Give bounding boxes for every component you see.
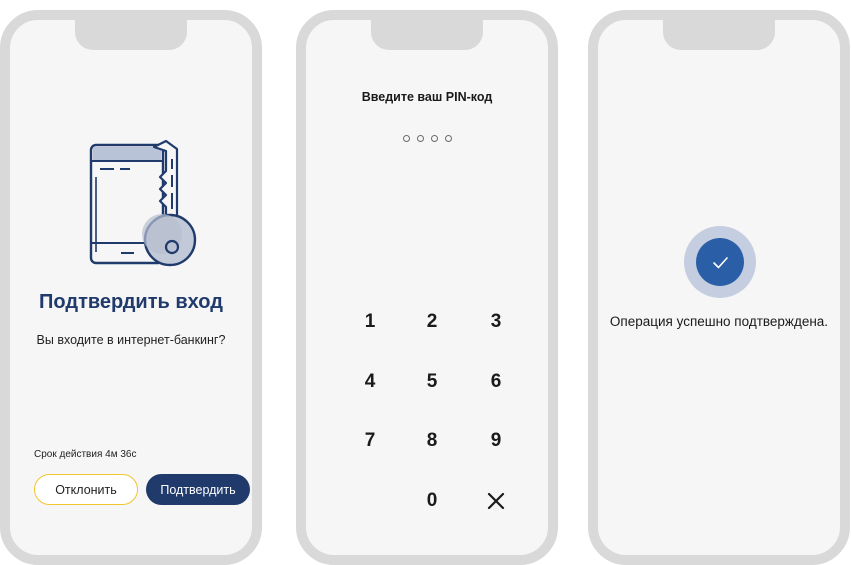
pin-dots bbox=[306, 135, 548, 142]
decline-button[interactable]: Отклонить bbox=[34, 474, 138, 505]
phone-notch bbox=[75, 20, 187, 50]
close-icon bbox=[487, 492, 505, 510]
phone-pin-entry: Введите ваш PIN-код 1 2 3 4 5 6 7 8 9 0 bbox=[296, 10, 558, 565]
key-2[interactable]: 2 bbox=[412, 306, 452, 338]
key-1[interactable]: 1 bbox=[350, 306, 390, 338]
pin-dot bbox=[430, 135, 438, 142]
key-3[interactable]: 3 bbox=[476, 306, 516, 338]
success-message: Операция успешно подтверждена. bbox=[609, 314, 829, 329]
key-0[interactable]: 0 bbox=[412, 485, 452, 517]
phone-confirm-login: Подтвердить вход Вы входите в интернет-б… bbox=[0, 10, 262, 565]
key-6[interactable]: 6 bbox=[476, 366, 516, 398]
key-5[interactable]: 5 bbox=[412, 366, 452, 398]
subtitle: Вы входите в интернет-банкинг? bbox=[36, 333, 226, 347]
page-title: Подтвердить вход bbox=[39, 291, 223, 313]
key-7[interactable]: 7 bbox=[350, 425, 390, 457]
pin-dot bbox=[402, 135, 410, 142]
phone-key-icon bbox=[89, 139, 197, 267]
phone-notch bbox=[371, 20, 483, 50]
phone-notch bbox=[663, 20, 775, 50]
phone-success: Операция успешно подтверждена. bbox=[588, 10, 850, 565]
key-8[interactable]: 8 bbox=[412, 425, 452, 457]
key-4[interactable]: 4 bbox=[350, 366, 390, 398]
pin-title: Введите ваш PIN-код bbox=[361, 90, 493, 104]
delete-key[interactable] bbox=[476, 485, 516, 517]
validity-timer: Срок действия 4м 36с bbox=[34, 449, 137, 460]
confirm-button[interactable]: Подтвердить bbox=[146, 474, 250, 505]
pin-dot bbox=[444, 135, 452, 142]
key-9[interactable]: 9 bbox=[476, 425, 516, 457]
checkmark-icon bbox=[684, 226, 756, 298]
pin-dot bbox=[416, 135, 424, 142]
